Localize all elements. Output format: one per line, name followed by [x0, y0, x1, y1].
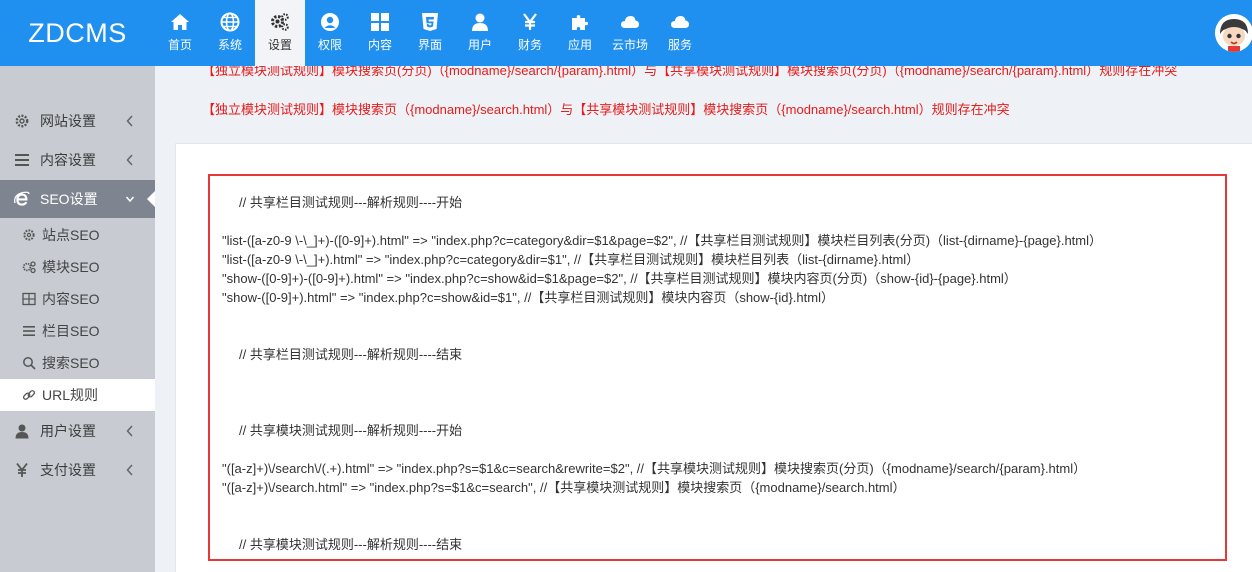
- ie-icon: [14, 191, 30, 207]
- chevron-left-icon: [126, 464, 133, 476]
- sidebar-sub-label: 模块SEO: [42, 259, 100, 275]
- home-icon: [171, 14, 189, 30]
- nav-system[interactable]: 系统: [205, 0, 255, 66]
- chevron-down-icon: [125, 196, 135, 203]
- main-content: 【独立模块测试规则】模块搜索页(分页)（{modname}/search/{pa…: [155, 66, 1252, 572]
- code-comment: // 共享模块测试规则---解析规则----开始: [239, 423, 463, 438]
- top-nav: 首页 系统 设置 权限 内容 界面 用户 财务 应用 云市场 服务: [155, 0, 705, 66]
- yen-icon: [14, 462, 30, 478]
- nav-label: 财务: [517, 38, 542, 52]
- nav-label: 用户: [467, 38, 492, 52]
- user-icon: [14, 423, 30, 439]
- html5-icon: [422, 13, 438, 31]
- nav-finance[interactable]: 财务: [505, 0, 555, 66]
- sidebar-sub-label: 搜索SEO: [42, 355, 100, 371]
- code-line: "([a-z]+)\/search.html" => "index.php?s=…: [222, 480, 906, 495]
- avatar-face-icon: [1215, 14, 1252, 52]
- chevron-left-icon: [126, 154, 133, 166]
- puzzle-icon: [572, 15, 588, 30]
- cloud-service-icon: [671, 16, 689, 28]
- gear-icon: [14, 113, 30, 129]
- user-icon: [472, 13, 488, 31]
- code-line: "([a-z]+)\/search\/(.+).html" => "index.…: [222, 461, 1087, 476]
- nav-label: 内容: [367, 38, 392, 52]
- conflict-warning: 【独立模块测试规则】模块搜索页(分页)（{modname}/search/{pa…: [202, 66, 1178, 78]
- sidebar-item-label: 内容设置: [40, 152, 96, 168]
- sidebar-sub-label: 站点SEO: [42, 227, 100, 243]
- sidebar-item-site-settings[interactable]: 网站设置: [0, 102, 155, 140]
- link-icon: [22, 388, 36, 402]
- nav-label: 设置: [267, 38, 292, 52]
- nav-label: 应用: [567, 38, 592, 52]
- code-comment: // 共享栏目测试规则---解析规则----结束: [239, 347, 463, 362]
- search-icon: [22, 356, 36, 370]
- brand-logo[interactable]: ZDCMS: [0, 0, 155, 66]
- sidebar-item-payment-settings[interactable]: 支付设置: [0, 451, 155, 489]
- code-line: "show-([0-9]+).html" => "index.php?c=sho…: [222, 290, 834, 305]
- code-line: "list-([a-z0-9 \-\_]+).html" => "index.p…: [222, 252, 920, 267]
- nav-cloud-market[interactable]: 云市场: [605, 0, 655, 66]
- user-circle-icon: [321, 13, 339, 31]
- nav-home[interactable]: 首页: [155, 0, 205, 66]
- nav-interface[interactable]: 界面: [405, 0, 455, 66]
- nav-label: 系统: [217, 38, 242, 52]
- sidebar-item-label: SEO设置: [40, 191, 98, 207]
- sidebar-item-user-settings[interactable]: 用户设置: [0, 412, 155, 450]
- sidebar-item-label: 支付设置: [40, 462, 96, 478]
- sidebar-sub-label: 栏目SEO: [42, 323, 100, 339]
- nav-label: 权限: [317, 38, 342, 52]
- sidebar-sub-search-seo[interactable]: 搜索SEO: [0, 347, 155, 379]
- nav-label: 首页: [167, 38, 192, 52]
- nav-label: 界面: [417, 38, 442, 52]
- nav-users[interactable]: 用户: [455, 0, 505, 66]
- list-icon: [14, 152, 30, 168]
- globe-icon: [220, 12, 240, 32]
- sidebar-sub-url-rules[interactable]: URL规则: [0, 379, 155, 411]
- sidebar-sub-label: 内容SEO: [42, 291, 100, 307]
- sidebar-sub-label: URL规则: [42, 387, 99, 403]
- sidebar-item-seo-settings[interactable]: SEO设置: [0, 180, 155, 218]
- yen-icon: [523, 13, 537, 30]
- nav-label: 服务: [667, 38, 692, 52]
- sidebar: 网站设置 内容设置 SEO设置 站点SEO 模块SEO 内容SEO 栏目SEO …: [0, 66, 155, 572]
- sidebar-sub-category-seo[interactable]: 栏目SEO: [0, 315, 155, 347]
- avatar[interactable]: [1215, 14, 1252, 52]
- grid-icon: [371, 13, 389, 31]
- gear-icon: [22, 228, 36, 242]
- code-line: "list-([a-z0-9 \-\_]+)-([0-9]+).html" =>…: [222, 233, 1103, 248]
- chevron-left-icon: [126, 425, 133, 437]
- nav-apps[interactable]: 应用: [555, 0, 605, 66]
- nav-content[interactable]: 内容: [355, 0, 405, 66]
- code-line: "show-([0-9]+)-([0-9]+).html" => "index.…: [222, 271, 1017, 286]
- nav-label: 云市场: [611, 38, 648, 52]
- url-rules-code[interactable]: // 共享栏目测试规则---解析规则----开始 "list-([a-z0-9 …: [208, 174, 1227, 561]
- sidebar-item-content-settings[interactable]: 内容设置: [0, 141, 155, 179]
- list-icon: [22, 324, 36, 338]
- sidebar-item-label: 用户设置: [40, 423, 96, 439]
- gears-icon: [271, 13, 289, 31]
- sidebar-item-label: 网站设置: [40, 113, 96, 129]
- sidebar-sub-content-seo[interactable]: 内容SEO: [0, 283, 155, 315]
- code-comment: // 共享栏目测试规则---解析规则----开始: [239, 195, 463, 210]
- table-icon: [22, 292, 36, 306]
- sidebar-sub-module-seo[interactable]: 模块SEO: [0, 251, 155, 283]
- conflict-warning: 【独立模块测试规则】模块搜索页（{modname}/search.html）与【…: [202, 102, 1010, 117]
- code-comment: // 共享模块测试规则---解析规则----结束: [239, 537, 463, 552]
- nav-service[interactable]: 服务: [655, 0, 705, 66]
- nav-permission[interactable]: 权限: [305, 0, 355, 66]
- cloud-icon: [621, 16, 639, 28]
- sidebar-sub-site-seo[interactable]: 站点SEO: [0, 219, 155, 251]
- top-bar: ZDCMS 首页 系统 设置 权限 内容 界面 用户 财务 应用 云市场 服务: [0, 0, 1252, 66]
- nav-settings[interactable]: 设置: [255, 0, 305, 66]
- gears-icon: [22, 260, 36, 274]
- chevron-left-icon: [126, 115, 133, 127]
